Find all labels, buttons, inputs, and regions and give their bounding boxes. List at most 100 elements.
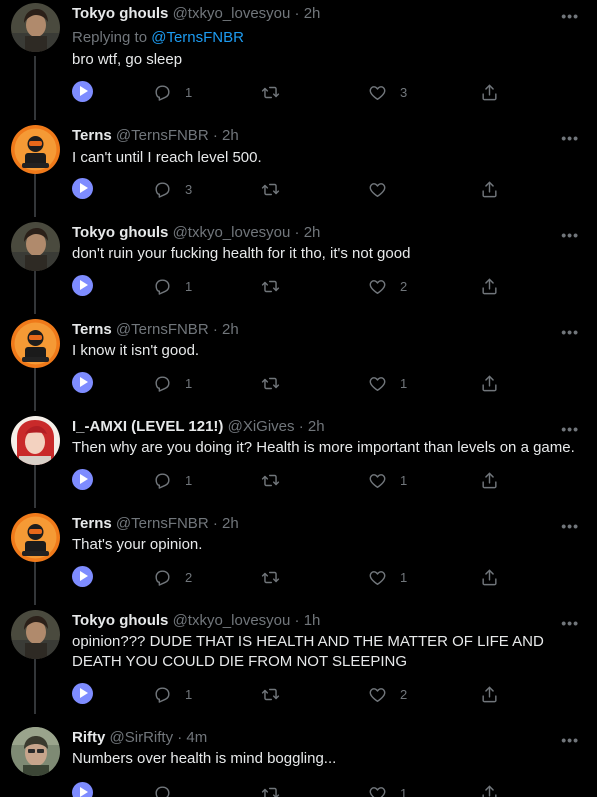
more-options-icon[interactable]: ••• — [561, 130, 579, 146]
play-icon[interactable] — [72, 275, 93, 296]
user-handle[interactable]: @TernsFNBR — [116, 127, 209, 144]
reply-button[interactable]: 2 — [153, 566, 192, 588]
play-icon[interactable] — [72, 683, 93, 704]
more-options-icon[interactable]: ••• — [561, 518, 579, 534]
timestamp[interactable]: 2h — [222, 321, 239, 338]
more-options-icon[interactable]: ••• — [561, 324, 579, 340]
reply-icon — [153, 83, 172, 102]
like-button[interactable] — [368, 178, 400, 200]
avatar[interactable] — [11, 416, 60, 465]
reply-button[interactable]: 3 — [153, 178, 192, 200]
display-name[interactable]: Terns — [72, 321, 112, 338]
user-handle[interactable]: @txkyo_lovesyou — [173, 224, 291, 241]
replying-to-link[interactable]: @TernsFNBR — [151, 29, 244, 46]
more-options-icon[interactable]: ••• — [561, 421, 579, 437]
reply-button[interactable]: 1 — [153, 275, 192, 297]
reply-button[interactable]: 1 — [153, 683, 192, 705]
tweet-header: Tokyo ghouls @txkyo_lovesyou · 2h — [72, 224, 320, 241]
reply-button[interactable]: 1 — [153, 469, 192, 491]
more-options-icon[interactable]: ••• — [561, 227, 579, 243]
reply-button[interactable]: 1 — [153, 372, 192, 394]
like-button[interactable]: 1 — [368, 372, 407, 394]
reply-icon — [153, 374, 172, 393]
tweet[interactable]: Terns @TernsFNBR · 2h ••• I know it isn'… — [0, 316, 597, 413]
avatar[interactable] — [11, 3, 60, 52]
more-options-icon[interactable]: ••• — [561, 8, 579, 24]
retweet-button[interactable] — [261, 469, 293, 491]
retweet-button[interactable] — [261, 275, 293, 297]
display-name[interactable]: Terns — [72, 515, 112, 532]
share-button[interactable] — [480, 275, 499, 297]
like-button[interactable]: 1 — [368, 782, 407, 797]
more-options-icon[interactable]: ••• — [561, 732, 579, 748]
display-name[interactable]: Rifty — [72, 729, 105, 746]
play-icon[interactable] — [72, 81, 93, 102]
retweet-button[interactable] — [261, 782, 293, 797]
like-button[interactable]: 1 — [368, 469, 407, 491]
retweet-icon — [261, 374, 280, 393]
share-button[interactable] — [480, 81, 499, 103]
tweet-text-line: DEATH YOU COULD DIE FROM NOT SLEEPING — [72, 653, 408, 670]
timestamp[interactable]: 2h — [308, 418, 325, 435]
tweet[interactable]: Tokyo ghouls @txkyo_lovesyou · 2h ••• do… — [0, 219, 597, 316]
retweet-button[interactable] — [261, 178, 293, 200]
play-icon[interactable] — [72, 469, 93, 490]
timestamp[interactable]: 2h — [222, 515, 239, 532]
user-handle[interactable]: @TernsFNBR — [116, 515, 209, 532]
tweet[interactable]: Tokyo ghouls @txkyo_lovesyou · 2h ••• Re… — [0, 0, 597, 118]
share-button[interactable] — [480, 178, 499, 200]
display-name[interactable]: Terns — [72, 127, 112, 144]
like-button[interactable]: 2 — [368, 275, 407, 297]
share-button[interactable] — [480, 566, 499, 588]
separator: · — [212, 127, 218, 144]
avatar[interactable] — [11, 319, 60, 368]
share-button[interactable] — [480, 683, 499, 705]
timestamp[interactable]: 2h — [222, 127, 239, 144]
display-name[interactable]: Tokyo ghouls — [72, 5, 168, 22]
tweet[interactable]: Rifty @SirRifty · 4m ••• Numbers over he… — [0, 724, 597, 797]
reply-button[interactable]: 1 — [153, 81, 192, 103]
reply-icon — [153, 471, 172, 490]
timestamp[interactable]: 4m — [186, 729, 207, 746]
avatar[interactable] — [11, 727, 60, 776]
reply-button[interactable] — [153, 782, 185, 797]
reply-icon — [153, 180, 172, 199]
more-options-icon[interactable]: ••• — [561, 615, 579, 631]
share-button[interactable] — [480, 469, 499, 491]
like-button[interactable]: 2 — [368, 683, 407, 705]
user-handle[interactable]: @SirRifty — [110, 729, 174, 746]
user-handle[interactable]: @txkyo_lovesyou — [173, 5, 291, 22]
share-button[interactable] — [480, 372, 499, 394]
tweet-actions: 1 3 — [72, 81, 532, 103]
tweet[interactable]: Terns @TernsFNBR · 2h ••• That's your op… — [0, 510, 597, 607]
retweet-button[interactable] — [261, 566, 293, 588]
avatar[interactable] — [11, 610, 60, 659]
tweet[interactable]: Tokyo ghouls @txkyo_lovesyou · 1h ••• op… — [0, 607, 597, 724]
timestamp[interactable]: 2h — [304, 224, 321, 241]
share-button[interactable] — [480, 782, 499, 797]
retweet-button[interactable] — [261, 372, 293, 394]
avatar[interactable] — [11, 513, 60, 562]
display-name[interactable]: Tokyo ghouls — [72, 612, 168, 629]
avatar[interactable] — [11, 222, 60, 271]
play-icon[interactable] — [72, 782, 93, 797]
timestamp[interactable]: 1h — [304, 612, 321, 629]
user-handle[interactable]: @XiGives — [228, 418, 295, 435]
play-icon[interactable] — [72, 566, 93, 587]
user-handle[interactable]: @TernsFNBR — [116, 321, 209, 338]
timestamp[interactable]: 2h — [304, 5, 321, 22]
user-handle[interactable]: @txkyo_lovesyou — [173, 612, 291, 629]
display-name[interactable]: Tokyo ghouls — [72, 224, 168, 241]
play-icon[interactable] — [72, 178, 93, 199]
retweet-button[interactable] — [261, 683, 293, 705]
retweet-button[interactable] — [261, 81, 293, 103]
play-icon[interactable] — [72, 372, 93, 393]
avatar[interactable] — [11, 125, 60, 174]
tweet-actions: 2 1 — [72, 566, 532, 588]
tweet[interactable]: I_-AMXI (LEVEL 121!) @XiGives · 2h ••• T… — [0, 413, 597, 510]
like-button[interactable]: 1 — [368, 566, 407, 588]
display-name[interactable]: I_-AMXI (LEVEL 121!) — [72, 418, 223, 435]
like-button[interactable]: 3 — [368, 81, 407, 103]
tweet[interactable]: Terns @TernsFNBR · 2h ••• I can't until … — [0, 122, 597, 219]
retweet-icon — [261, 685, 280, 704]
